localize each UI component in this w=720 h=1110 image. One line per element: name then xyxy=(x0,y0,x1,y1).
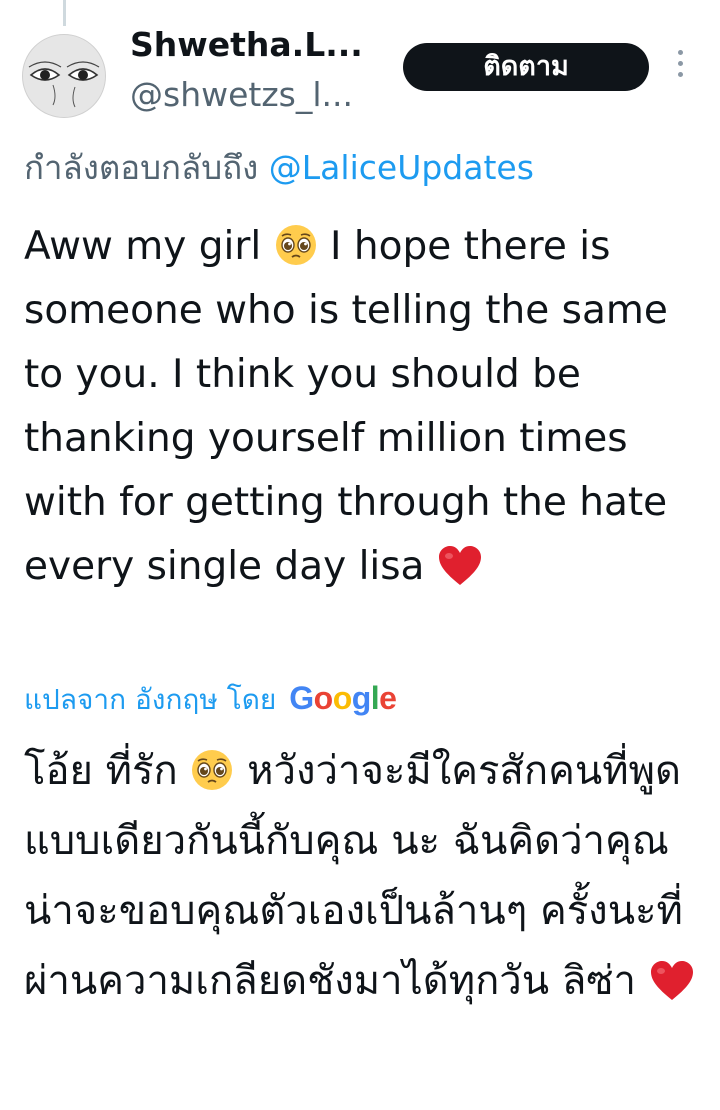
reply-mention-link[interactable]: @LaliceUpdates xyxy=(269,148,534,187)
thread-connector-line xyxy=(63,0,66,26)
tweet-text-part-2: I hope there is someone who is telling t… xyxy=(24,224,668,589)
google-letter: o xyxy=(313,680,334,716)
more-dot xyxy=(677,61,683,66)
author-handle[interactable]: @shwetzs_l... xyxy=(130,74,353,116)
more-dot xyxy=(677,50,683,55)
reply-context: กำลังตอบกลับถึง @LaliceUpdates xyxy=(24,146,534,190)
google-letter: e xyxy=(379,680,397,716)
avatar[interactable] xyxy=(22,34,106,118)
follow-button[interactable]: ติดตาม xyxy=(403,43,649,91)
red-heart-emoji-icon xyxy=(649,960,695,1002)
more-dot xyxy=(677,72,683,77)
google-letter: g xyxy=(351,680,372,716)
pleading-face-emoji-icon xyxy=(190,748,234,792)
google-logo: Google xyxy=(289,680,397,716)
google-letter: l xyxy=(370,680,380,716)
google-letter: G xyxy=(289,680,314,716)
translation-credit-label: แปลจาก อังกฤษ โดย xyxy=(24,683,277,716)
red-heart-emoji-icon xyxy=(437,545,483,587)
tweet-text-part-1: Aww my girl xyxy=(24,224,262,269)
more-vertical-icon[interactable] xyxy=(670,50,690,84)
tweet-text: Aww my girl I hope there is someone who … xyxy=(24,215,694,599)
google-letter: o xyxy=(332,680,353,716)
pleading-face-emoji-icon xyxy=(274,223,318,267)
translation-credit[interactable]: แปลจาก อังกฤษ โดย Google xyxy=(24,678,397,720)
translated-text-part-1: โอ้ย ที่รัก xyxy=(24,748,178,794)
avatar-eyes-sketch-icon xyxy=(23,35,105,117)
reply-context-prefix: กำลังตอบกลับถึง xyxy=(24,148,259,187)
translated-text: โอ้ย ที่รัก หวังว่าจะมีใครสักคนที่พูดแบบ… xyxy=(24,736,704,1016)
author-display-name[interactable]: Shwetha.L... xyxy=(130,24,363,66)
